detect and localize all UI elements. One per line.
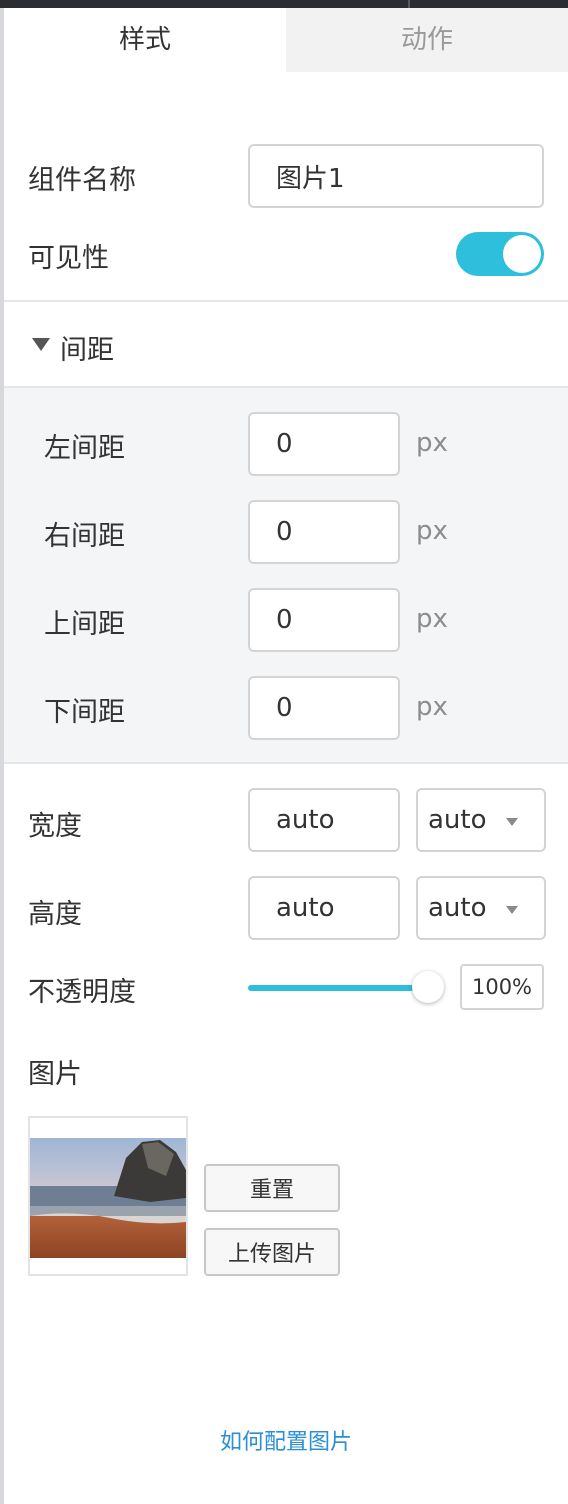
bottom-spacing-input[interactable]: 0: [248, 676, 400, 740]
tab-style[interactable]: 样式: [4, 8, 286, 72]
unit-label: px: [416, 516, 448, 546]
right-spacing-label: 右间距: [44, 521, 125, 552]
spacing-section-header[interactable]: 间距: [4, 302, 568, 386]
top-spacing-input[interactable]: 0: [248, 588, 400, 652]
opacity-slider-handle[interactable]: [412, 971, 444, 1003]
left-spacing-label: 左间距: [44, 433, 125, 464]
width-unit-value: auto: [428, 805, 487, 835]
component-name-label: 组件名称: [28, 165, 136, 196]
top-bar: [0, 0, 568, 8]
image-thumbnail: [28, 1116, 188, 1276]
tab-bar: 样式 动作: [4, 8, 568, 72]
reset-button[interactable]: 重置: [204, 1164, 340, 1212]
visibility-label: 可见性: [28, 243, 109, 274]
unit-label: px: [416, 692, 448, 722]
opacity-slider-track[interactable]: [248, 985, 428, 991]
left-spacing-input[interactable]: 0: [248, 412, 400, 476]
width-label: 宽度: [28, 811, 82, 842]
right-spacing-input[interactable]: 0: [248, 500, 400, 564]
height-unit-select[interactable]: auto: [416, 876, 546, 940]
unit-label: px: [416, 604, 448, 634]
height-unit-value: auto: [428, 893, 487, 923]
image-label: 图片: [28, 1059, 82, 1090]
top-spacing-label: 上间距: [44, 609, 125, 640]
toggle-knob: [503, 235, 541, 273]
opacity-label: 不透明度: [28, 977, 136, 1008]
triangle-down-icon: [32, 338, 50, 351]
bottom-spacing-label: 下间距: [44, 697, 125, 728]
beach-rock-image: [30, 1138, 186, 1258]
spacing-title: 间距: [60, 335, 114, 366]
visibility-toggle[interactable]: [456, 232, 544, 276]
chevron-down-icon: [506, 818, 518, 826]
chevron-down-icon: [506, 906, 518, 914]
height-input[interactable]: auto: [248, 876, 400, 940]
width-input[interactable]: auto: [248, 788, 400, 852]
width-unit-select[interactable]: auto: [416, 788, 546, 852]
opacity-value-input[interactable]: 100%: [460, 964, 544, 1010]
height-label: 高度: [28, 899, 82, 930]
unit-label: px: [416, 428, 448, 458]
tab-action[interactable]: 动作: [286, 8, 568, 72]
divider: [4, 762, 568, 764]
help-link[interactable]: 如何配置图片: [4, 1424, 568, 1456]
component-name-input[interactable]: 图片1: [248, 144, 544, 208]
upload-image-button[interactable]: 上传图片: [204, 1228, 340, 1276]
